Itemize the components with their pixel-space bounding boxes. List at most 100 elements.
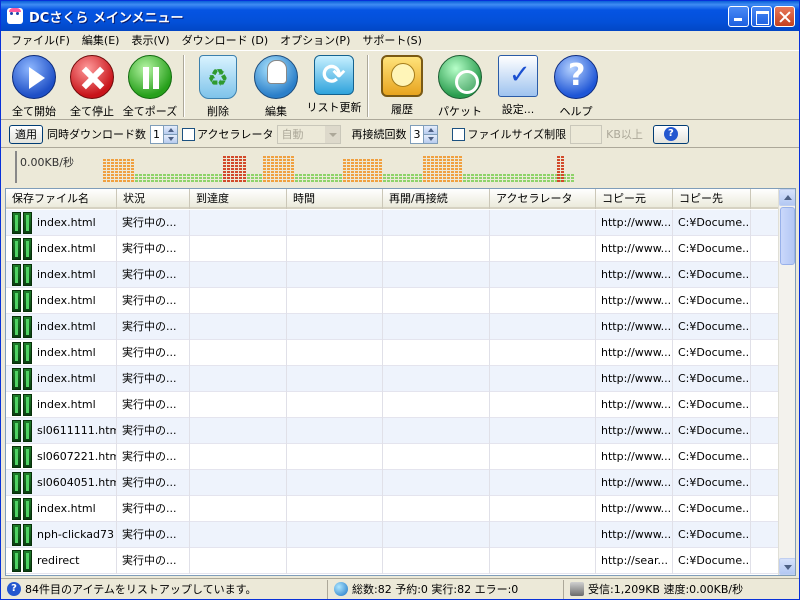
cell-blank xyxy=(751,262,780,288)
settings-button[interactable]: 設定... xyxy=(489,51,547,119)
table-row[interactable]: index.html 実行中の... http://www.... C:¥Docume… xyxy=(6,496,780,522)
close-button[interactable] xyxy=(774,6,795,27)
table-row[interactable]: sl0607221.html 実行中の... http://www.... C:¥Do… xyxy=(6,444,780,470)
speed-bar xyxy=(491,173,494,183)
title-bar[interactable]: DCさくら メインメニュー xyxy=(1,1,799,31)
cell-status: 実行中の... xyxy=(117,262,190,288)
menu-support[interactable]: サポート(S) xyxy=(356,32,428,48)
filesize-limit-checkbox-group[interactable]: ファイルサイズ制限 xyxy=(452,126,566,142)
menu-download[interactable]: ダウンロード (D) xyxy=(176,32,275,48)
vertical-scrollbar[interactable] xyxy=(778,189,795,575)
cell-resume xyxy=(383,340,490,366)
table-row[interactable]: index.html 実行中の... http://www.... C:¥Docume… xyxy=(6,288,780,314)
filesize-limit-checkbox[interactable] xyxy=(452,127,466,141)
cell-progress xyxy=(190,366,287,392)
history-button[interactable]: 履歴 xyxy=(373,51,431,119)
column-header-progress[interactable]: 到達度 xyxy=(190,189,287,209)
accelerator-checkbox[interactable] xyxy=(182,127,195,141)
spin-down-icon[interactable] xyxy=(424,134,438,143)
cell-time xyxy=(287,392,383,418)
accelerator-checkbox-group[interactable]: アクセラレータ xyxy=(182,126,273,142)
menu-view[interactable]: 表示(V) xyxy=(125,32,175,48)
concurrent-downloads-value[interactable]: 1 xyxy=(150,124,164,144)
cell-filename: index.html xyxy=(6,392,117,418)
speed-bar xyxy=(215,173,218,183)
cell-blank xyxy=(751,366,780,392)
spin-up-icon[interactable] xyxy=(164,125,177,135)
table-row[interactable]: nph-clickad73 実行中の... http://www.... C:¥Doc… xyxy=(6,522,780,548)
column-header-resume[interactable]: 再開/再接続 xyxy=(383,189,490,209)
cell-accelerator xyxy=(490,262,596,288)
column-header-status[interactable]: 状況 xyxy=(117,189,190,209)
cell-filename: sl0607221.html xyxy=(6,444,117,470)
table-row[interactable]: index.html 実行中の... http://www.... C:¥Docume… xyxy=(6,210,780,236)
filename-text: index.html xyxy=(37,294,96,307)
column-header-source[interactable]: コピー元 xyxy=(596,189,673,209)
column-header-time[interactable]: 時間 xyxy=(287,189,383,209)
cell-filename: redirect xyxy=(6,548,117,574)
spin-up-icon[interactable] xyxy=(424,125,438,135)
cell-status: 実行中の... xyxy=(117,418,190,444)
start-all-label: 全て開始 xyxy=(12,105,56,118)
column-header-destination[interactable]: コピー先 xyxy=(673,189,751,209)
settings-checklist-icon xyxy=(498,55,538,97)
speed-bar-peak xyxy=(439,155,442,183)
table-row[interactable]: sl0611111.html 実行中の... http://www.... C:¥Do… xyxy=(6,418,780,444)
help-button[interactable]: ヘルプ xyxy=(547,51,605,119)
cell-time xyxy=(287,470,383,496)
table-row[interactable]: redirect 実行中の... http://sear... C:¥Docume..… xyxy=(6,548,780,574)
cell-filename: index.html xyxy=(6,340,117,366)
spin-arrows[interactable] xyxy=(424,124,439,144)
scroll-up-icon[interactable] xyxy=(779,189,795,206)
options-help-button[interactable]: ? xyxy=(652,124,689,144)
menu-file[interactable]: ファイル(F) xyxy=(5,32,76,48)
speed-bar xyxy=(463,173,466,183)
speed-bar xyxy=(327,173,330,183)
refresh-list-button[interactable]: リスト更新 xyxy=(305,51,363,119)
start-all-button[interactable]: 全て開始 xyxy=(5,51,63,119)
stop-all-button[interactable]: 全て停止 xyxy=(63,51,121,119)
speed-bar xyxy=(295,173,298,183)
retry-count-value[interactable]: 3 xyxy=(410,124,425,144)
cell-blank xyxy=(751,418,780,444)
speed-bar xyxy=(383,173,386,183)
speed-bar xyxy=(135,173,138,183)
edit-button[interactable]: 編集 xyxy=(247,51,305,119)
cell-blank xyxy=(751,314,780,340)
speed-bar xyxy=(487,173,490,183)
table-row[interactable]: index.html 実行中の... http://www.... C:¥Docume… xyxy=(6,262,780,288)
speed-bar xyxy=(323,173,326,183)
speed-bar-peak xyxy=(343,159,346,183)
table-row[interactable]: index.html 実行中の... http://www.... C:¥Docume… xyxy=(6,314,780,340)
cell-status: 実行中の... xyxy=(117,392,190,418)
cell-source: http://www.... xyxy=(596,496,673,522)
download-file-icon xyxy=(12,446,34,468)
concurrent-downloads-spinner[interactable]: 1 xyxy=(150,124,178,144)
maximize-button[interactable] xyxy=(751,6,772,27)
delete-button[interactable]: 削除 xyxy=(189,51,247,119)
pause-all-button[interactable]: 全てポーズ xyxy=(121,51,179,119)
table-row[interactable]: index.html 実行中の... http://www.... C:¥Docume… xyxy=(6,236,780,262)
table-row[interactable]: index.html 実行中の... http://www.... C:¥Docume… xyxy=(6,366,780,392)
cell-filename: sl0611111.html xyxy=(6,418,117,444)
table-row[interactable]: sl0604051.html 実行中の... http://www.... C:¥Do… xyxy=(6,470,780,496)
apply-button[interactable]: 適用 xyxy=(9,124,43,144)
table-row[interactable]: index.html 実行中の... http://www.... C:¥Docume… xyxy=(6,340,780,366)
scroll-down-icon[interactable] xyxy=(779,558,795,575)
minimize-button[interactable] xyxy=(728,6,749,27)
table-row[interactable]: index.html 実行中の... http://www.... C:¥Docume… xyxy=(6,392,780,418)
retry-count-spinner[interactable]: 3 xyxy=(410,124,439,144)
speed-graph: 0.00KB/秒 xyxy=(15,151,575,183)
edit-globe-icon xyxy=(254,55,298,99)
column-header-accelerator[interactable]: アクセラレータ xyxy=(490,189,596,209)
cell-blank xyxy=(751,210,780,236)
spin-down-icon[interactable] xyxy=(164,134,177,143)
app-cat-icon[interactable] xyxy=(7,8,23,24)
scroll-thumb[interactable] xyxy=(780,207,795,265)
spin-arrows[interactable] xyxy=(164,124,178,144)
menu-options[interactable]: オプション(P) xyxy=(274,32,356,48)
menu-edit[interactable]: 編集(E) xyxy=(76,32,126,48)
column-header-filename[interactable]: 保存ファイル名 xyxy=(6,189,117,209)
speed-bar xyxy=(419,173,422,183)
packet-button[interactable]: パケット xyxy=(431,51,489,119)
